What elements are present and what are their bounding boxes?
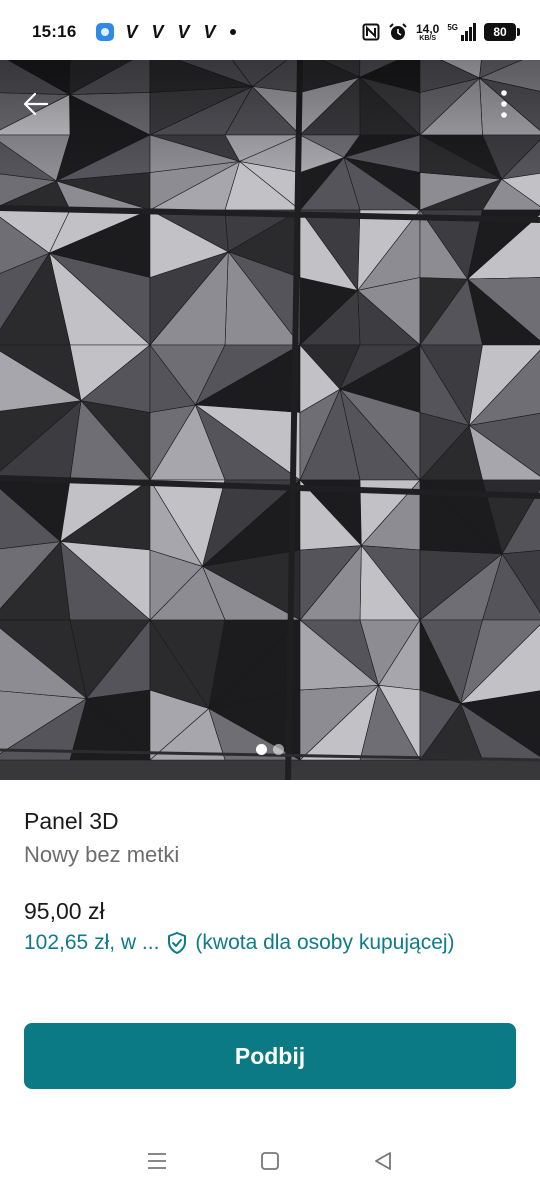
notification-v-icon: V — [151, 21, 164, 42]
pager-dot-active[interactable] — [256, 744, 267, 755]
shield-check-icon — [165, 931, 189, 955]
status-right: 14,0 KB/S 5G 80 — [362, 22, 520, 42]
notification-v-icon: V — [203, 21, 216, 42]
status-left: 15:16 V V V V — [32, 21, 237, 43]
more-options-button[interactable] — [482, 82, 526, 126]
listing-photo[interactable] — [0, 60, 540, 780]
status-time: 15:16 — [32, 22, 77, 41]
nfc-icon — [362, 23, 380, 41]
arrow-left-icon — [23, 92, 49, 116]
notification-v-icon: V — [177, 21, 190, 42]
signal-5g-icon: 5G — [447, 23, 476, 41]
back-button[interactable] — [14, 82, 58, 126]
app-notification-icon — [96, 23, 115, 41]
system-nav-bar — [0, 1126, 540, 1196]
nav-menu-button[interactable] — [135, 1139, 179, 1183]
listing-condition: Nowy bez metki — [24, 842, 180, 867]
pager-dot[interactable] — [273, 744, 284, 755]
home-square-icon — [261, 1152, 279, 1170]
battery-indicator: 80 — [484, 23, 520, 41]
network-type: 5G — [447, 23, 458, 32]
listing-title: Panel 3D — [24, 808, 119, 834]
more-notifications-dot-icon — [230, 29, 237, 35]
bump-button[interactable]: Podbij — [24, 1023, 516, 1089]
buyer-price-value: 102,65 zł, w ... — [24, 931, 160, 954]
network-speed-value: 14,0 — [415, 21, 440, 36]
status-bar: 15:16 V V V V 14,0 KB/S 5G 80 — [0, 0, 540, 64]
listing-price: 95,00 zł — [24, 898, 105, 924]
more-vertical-icon — [501, 90, 507, 118]
app-screen: 15:16 V V V V 14,0 KB/S 5G 80 Panel 3D N… — [0, 0, 540, 1196]
top-scrim — [0, 60, 540, 170]
network-speed-unit: KB/S — [419, 34, 437, 42]
nav-back-button[interactable] — [361, 1139, 405, 1183]
notification-v-icon: V — [125, 21, 138, 42]
nav-home-button[interactable] — [248, 1139, 292, 1183]
alarm-icon — [389, 23, 407, 40]
menu-lines-icon — [147, 1153, 166, 1169]
buyer-price-link[interactable]: 102,65 zł, w ... (kwota dla osoby kupują… — [24, 929, 455, 957]
back-triangle-icon — [375, 1152, 392, 1170]
network-speed: 14,0 KB/S — [416, 23, 439, 42]
buyer-price-note: (kwota dla osoby kupującej) — [195, 931, 455, 954]
photo-pager — [0, 744, 540, 755]
